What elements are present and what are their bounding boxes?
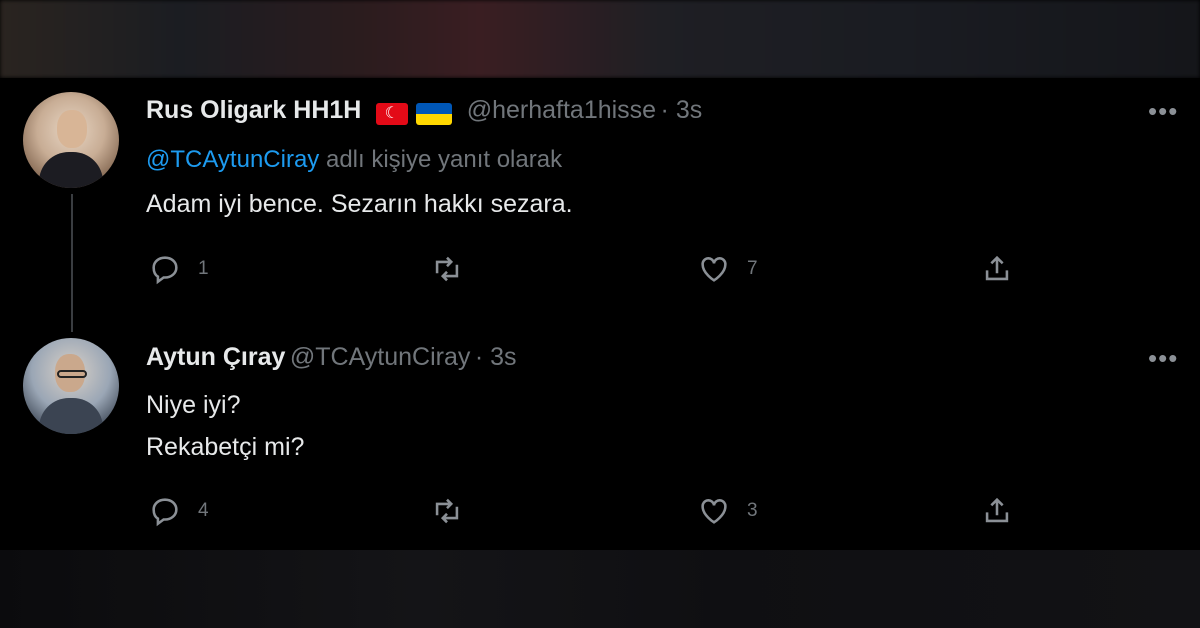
tweet-1-time[interactable]: 3s bbox=[676, 96, 702, 124]
ukraine-flag-icon bbox=[416, 102, 453, 125]
tweet-2-text-line-1: Niye iyi? bbox=[146, 391, 241, 419]
thread-connector-line bbox=[71, 194, 73, 332]
tweet-1-reply-context: @TCAytunCiray adlı kişiye yanıt olarak bbox=[146, 146, 562, 174]
tweet-1-retweet-button[interactable] bbox=[430, 252, 464, 286]
blurred-top-band bbox=[0, 0, 1200, 78]
tweet-2-text-line-2: Rekabetçi mi? bbox=[146, 433, 305, 461]
tweet-1-more-icon[interactable]: ••• bbox=[1148, 96, 1178, 127]
tweet-1-handle[interactable]: @herhafta1hisse bbox=[467, 96, 656, 124]
blurred-bottom-band bbox=[0, 550, 1200, 628]
tweet-2-separator: · bbox=[474, 343, 491, 371]
tweet-2-handle[interactable]: @TCAytunCiray bbox=[290, 343, 471, 371]
share-icon bbox=[985, 255, 1009, 281]
tweet-2-retweet-button[interactable] bbox=[430, 494, 464, 528]
tweet-1-reply-button[interactable]: 1 bbox=[148, 252, 209, 286]
share-icon bbox=[985, 497, 1009, 523]
tweet-1-reply-count: 1 bbox=[198, 258, 209, 279]
avatar-aytun-ciray[interactable] bbox=[23, 338, 119, 434]
reply-icon bbox=[152, 256, 178, 285]
reply-icon bbox=[152, 498, 178, 527]
tweet-1-header: Rus Oligark HH1H ☾ @herhafta1hisse · 3s bbox=[146, 96, 702, 125]
tweet-2-reply-count: 4 bbox=[198, 500, 209, 521]
tweet-2-more-icon[interactable]: ••• bbox=[1148, 343, 1178, 374]
reply-context-text: adlı kişiye yanıt olarak bbox=[325, 146, 563, 173]
tweet-1-separator: · bbox=[660, 96, 676, 124]
reply-mention-link[interactable]: @TCAytunCiray bbox=[146, 146, 319, 173]
tweet-1-display-name[interactable]: Rus Oligark HH1H bbox=[146, 96, 361, 124]
retweet-icon bbox=[435, 498, 459, 524]
tweet-1-share-button[interactable] bbox=[980, 252, 1014, 286]
tweet-2-display-name[interactable]: Aytun Çıray bbox=[146, 343, 285, 371]
like-icon bbox=[701, 257, 727, 282]
like-icon bbox=[701, 499, 727, 524]
tweet-2-header: Aytun Çıray @TCAytunCiray · 3s bbox=[146, 343, 517, 372]
tweet-2-like-count: 3 bbox=[747, 500, 758, 521]
tweet-1-like-count: 7 bbox=[747, 258, 758, 279]
avatar-rus-oligark[interactable] bbox=[23, 92, 119, 188]
tweet-2-reply-button[interactable]: 4 bbox=[148, 494, 209, 528]
retweet-icon bbox=[435, 256, 459, 282]
tweet-2-share-button[interactable] bbox=[980, 494, 1014, 528]
tweet-2-like-button[interactable]: 3 bbox=[697, 494, 758, 528]
tweet-1-text: Adam iyi bence. Sezarın hakkı sezara. bbox=[146, 190, 573, 218]
tweet-2-time[interactable]: 3s bbox=[490, 343, 516, 371]
tweet-1-like-button[interactable]: 7 bbox=[697, 252, 758, 286]
turkey-flag-icon: ☾ bbox=[375, 102, 408, 125]
